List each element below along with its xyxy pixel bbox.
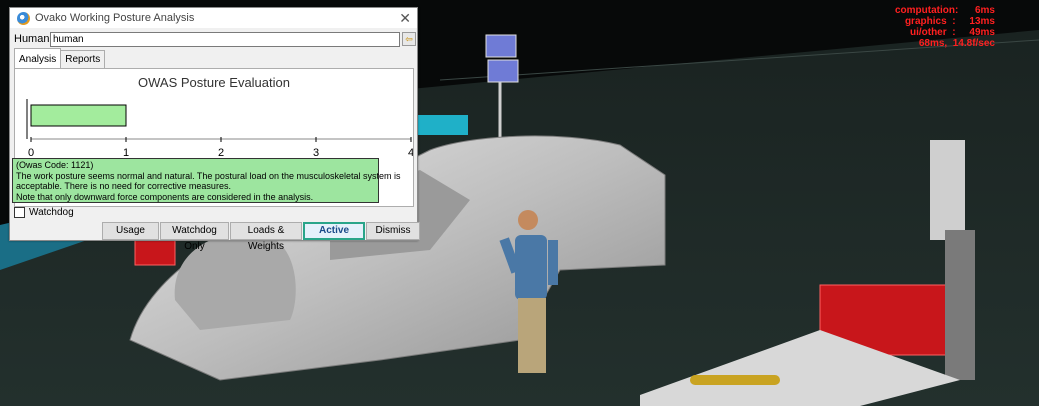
human-head xyxy=(518,210,538,230)
watchdog-checkbox[interactable] xyxy=(14,207,25,218)
chart-title: OWAS Posture Evaluation xyxy=(138,75,290,90)
yellow-rail xyxy=(690,375,780,385)
watchdog-only-button[interactable]: Watchdog Only xyxy=(160,222,229,252)
human-label: Human: xyxy=(14,33,53,45)
human-legs xyxy=(518,298,546,373)
human-input[interactable] xyxy=(50,31,400,47)
close-icon[interactable]: ✕ xyxy=(399,10,411,27)
watchdog-row[interactable]: Watchdog xyxy=(14,207,74,218)
stats-graphics: graphics : 13ms xyxy=(904,16,995,27)
result-owas-code: (Owas Code: 1121) xyxy=(16,160,94,170)
monitor-bottom xyxy=(487,59,519,83)
stats-ui-other: ui/other : 49ms xyxy=(909,27,995,38)
human-row: Human: ⇦ xyxy=(10,30,417,48)
analysis-panel: OWAS Posture Evaluation 01234 (Owas Code… xyxy=(12,68,414,207)
result-line-2: acceptable. There is no need for correct… xyxy=(16,181,231,191)
workstation-stand xyxy=(945,230,975,380)
tab-reports[interactable]: Reports xyxy=(60,50,106,69)
dismiss-button[interactable]: Dismiss xyxy=(366,222,420,240)
performance-stats: computation: 6ms graphics : 13ms ui/other … xyxy=(895,5,995,49)
loads-weights-button[interactable]: Loads & Weights xyxy=(230,222,302,252)
dialog-title: Ovako Working Posture Analysis xyxy=(35,12,195,24)
owas-dialog: Ovako Working Posture Analysis ✕ Human: … xyxy=(9,7,421,252)
result-line-1: The work posture seems normal and natura… xyxy=(16,170,401,181)
pick-icon[interactable]: ⇦ xyxy=(402,32,416,46)
workstation-monitor xyxy=(930,140,965,240)
monitor-top xyxy=(485,34,517,58)
dialog-titlebar[interactable]: Ovako Working Posture Analysis ✕ xyxy=(10,8,417,28)
cyan-blocks xyxy=(418,115,468,135)
button-bar: Usage Watchdog Only Loads & Weights Acti… xyxy=(102,222,421,252)
watchdog-label: Watchdog xyxy=(29,207,74,218)
stats-computation: computation: 6ms xyxy=(894,5,995,16)
tab-reports-label: Reports xyxy=(65,54,101,65)
owas-bar xyxy=(30,104,127,127)
active-button[interactable]: Active xyxy=(303,222,365,240)
stats-total: 68ms, 14.8f/sec xyxy=(918,38,995,49)
tab-analysis[interactable]: Analysis xyxy=(14,48,62,69)
tab-bar: Analysis Reports xyxy=(14,48,106,69)
tab-analysis-label: Analysis xyxy=(19,54,57,65)
x-tick-label: 4 xyxy=(408,147,413,159)
result-note: Note that only downward force components… xyxy=(16,191,314,202)
usage-button[interactable]: Usage xyxy=(102,222,159,240)
result-box: (Owas Code: 1121) The work posture seems… xyxy=(12,158,401,203)
owas-chart: 01234 xyxy=(26,99,413,159)
app-icon xyxy=(17,11,30,25)
